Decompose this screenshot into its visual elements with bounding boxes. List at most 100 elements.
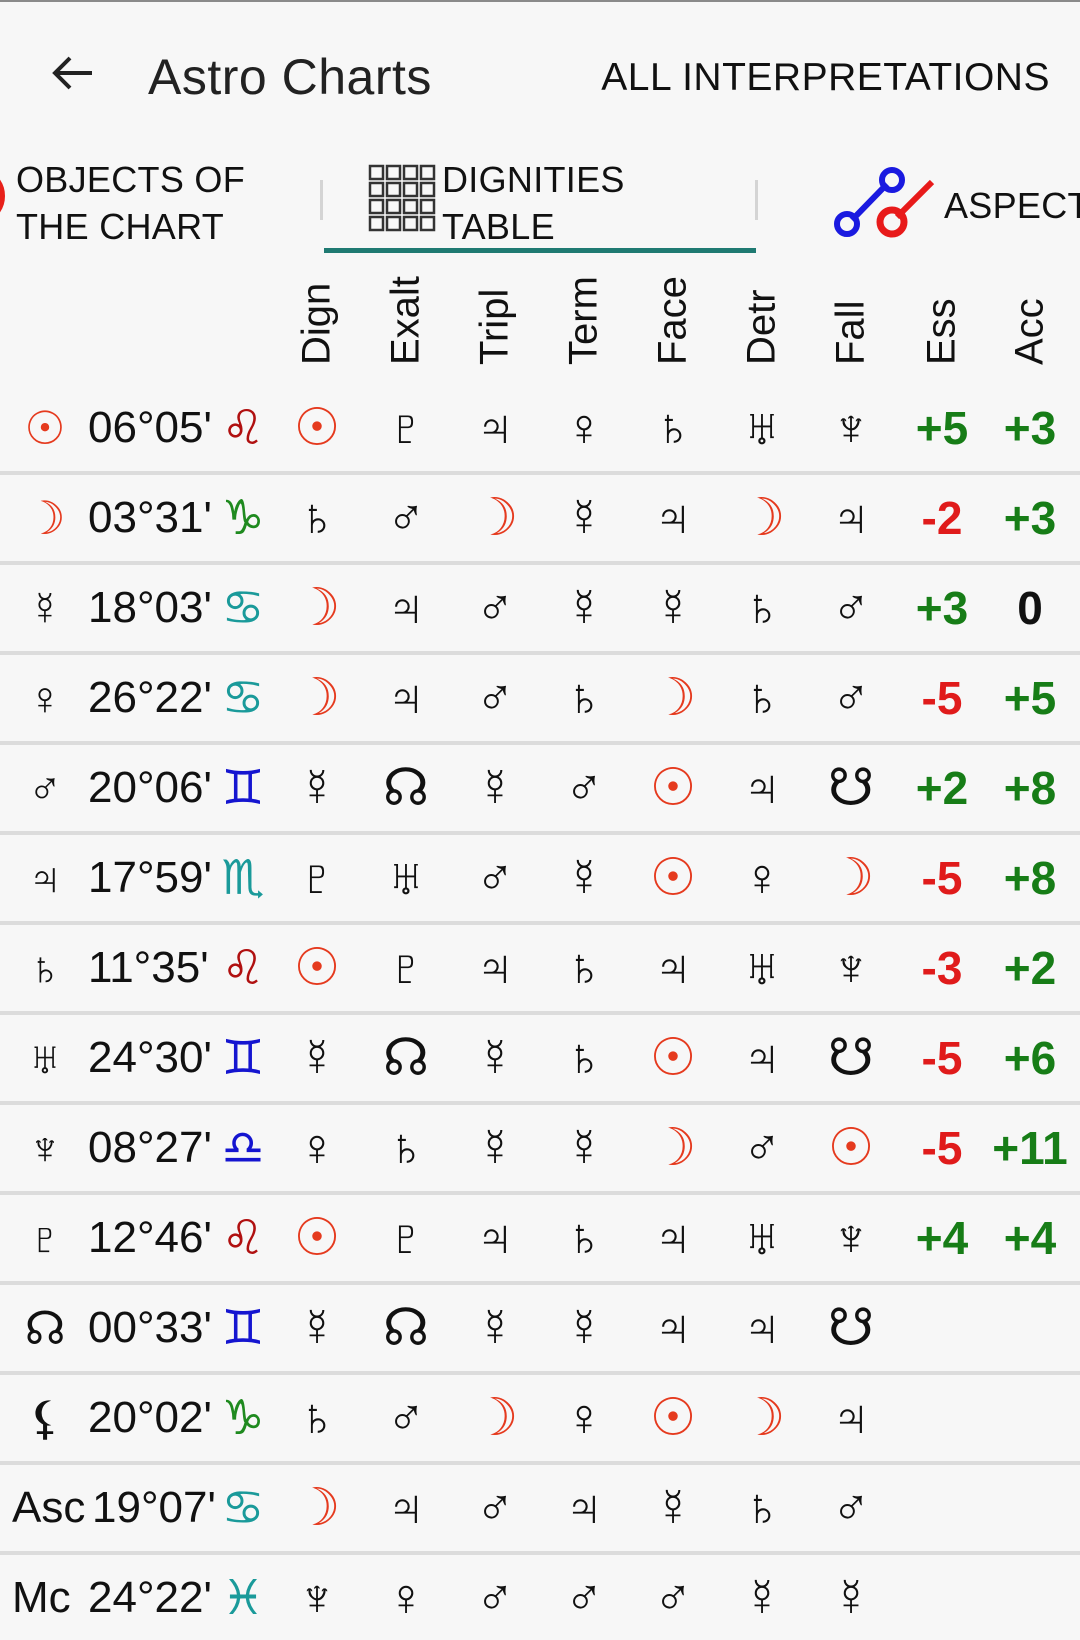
detr-ruler-icon: ☽ — [738, 1389, 786, 1447]
table-row-north-node[interactable]: ☊ 00°33' ♊︎ ☿ ☊ ☿ ☿ ♃ ♃ ☋ — [0, 1285, 1080, 1375]
term-ruler-icon: ☿ — [564, 1299, 604, 1357]
dign-ruler-icon: ☉ — [293, 939, 341, 997]
ess-score — [902, 1375, 982, 1461]
sun-icon: ☉ — [24, 402, 66, 454]
all-interpretations-button[interactable]: ALL INTERPRETATIONS — [601, 56, 1050, 100]
face-ruler-icon: ☿ — [653, 579, 693, 637]
table-row-jupiter[interactable]: ♃ 17°59' ♏︎ ♇ ♅ ♂ ☿ ☉ ♀ ☽ -5 +8 — [0, 835, 1080, 925]
exalt-ruler-icon: ♄ — [386, 1119, 426, 1177]
exalt-ruler-icon: ♃ — [386, 579, 426, 637]
tripl-ruler-icon: ♂ — [475, 1569, 515, 1627]
degree-value: 24°22' — [88, 1573, 212, 1622]
object-label: Asc — [12, 1483, 86, 1532]
exalt-ruler-icon: ♇ — [386, 399, 426, 457]
degree-value: 03°31' — [88, 493, 212, 542]
dign-ruler-icon: ♄ — [297, 489, 337, 547]
face-ruler-icon: ♂ — [653, 1569, 693, 1627]
table-body: ☉ 06°05' ♌︎ ☉ ♇ ♃ ♀ ♄ ♅ ♆ +5 +3 ☽ 03°31' ♑︎ ♄ ♂ ☽ ☿ ♃ ☽ ♃ -2 +3… — [0, 385, 1080, 1640]
detr-ruler-icon: ♄ — [742, 1479, 782, 1537]
arrow-left-icon — [52, 56, 92, 90]
tab-label: ASPECTS — [944, 185, 1080, 226]
table-row-ascendant[interactable]: Asc 19°07' ♋︎ ☽ ♃ ♂ ♃ ☿ ♄ ♂ — [0, 1465, 1080, 1555]
exalt-ruler-icon: ♀ — [386, 1569, 426, 1627]
tripl-ruler-icon: ☿ — [475, 1029, 515, 1087]
leo-sign-icon: ♌︎ — [221, 402, 265, 455]
aspects-nodes-icon — [834, 167, 935, 238]
ess-score: -5 — [921, 1032, 963, 1084]
face-ruler-icon: ☽ — [649, 669, 697, 727]
ess-score: -2 — [921, 492, 963, 544]
cancer-sign-icon: ♋︎ — [221, 672, 265, 725]
exalt-ruler-icon: ☊ — [382, 1029, 430, 1087]
detr-ruler-icon: ♃ — [742, 1299, 782, 1357]
detr-ruler-icon: ♄ — [742, 579, 782, 637]
table-row-uranus[interactable]: ♅ 24°30' ♊︎ ☿ ☊ ☿ ♄ ☉ ♃ ☋ -5 +6 — [0, 1015, 1080, 1105]
fall-ruler-icon: ♆ — [831, 399, 871, 457]
venus-icon: ♀ — [27, 672, 63, 724]
tripl-ruler-icon: ♂ — [475, 849, 515, 907]
gemini-sign-icon: ♊︎ — [221, 1302, 265, 1355]
uranus-icon: ♅ — [27, 1032, 63, 1084]
app-bar: Astro Charts ALL INTERPRETATIONS — [0, 2, 1080, 152]
header-ess: Ess — [919, 298, 964, 365]
tab-aspects[interactable]: ASPECTS — [760, 152, 1080, 252]
header-term: Term — [561, 276, 606, 365]
table-row-moon[interactable]: ☽ 03°31' ♑︎ ♄ ♂ ☽ ☿ ♃ ☽ ♃ -2 +3 — [0, 475, 1080, 565]
fall-ruler-icon: ♂ — [831, 669, 871, 727]
cancer-sign-icon: ♋︎ — [221, 582, 265, 635]
degree-value: 26°22' — [88, 673, 212, 722]
face-ruler-icon: ☽ — [649, 1119, 697, 1177]
term-ruler-icon: ♄ — [564, 1029, 604, 1087]
back-button[interactable] — [48, 48, 98, 98]
degree-value: 24°30' — [88, 1033, 212, 1082]
table-row-mars[interactable]: ♂ 20°06' ♊︎ ☿ ☊ ☿ ♂ ☉ ♃ ☋ +2 +8 — [0, 745, 1080, 835]
face-ruler-icon: ♄ — [653, 399, 693, 457]
header-face: Face — [650, 276, 695, 365]
table-row-saturn[interactable]: ♄ 11°35' ♌︎ ☉ ♇ ♃ ♄ ♃ ♅ ♆ -3 +2 — [0, 925, 1080, 1015]
face-ruler-icon: ♃ — [653, 939, 693, 997]
tab-label: OBJECTS OF THE CHART — [16, 159, 246, 247]
exalt-ruler-icon: ♂ — [386, 1389, 426, 1447]
ess-score: +4 — [915, 1212, 969, 1264]
mars-icon: ♂ — [27, 762, 63, 814]
table-row-neptune[interactable]: ♆ 08°27' ♎︎ ♀ ♄ ☿ ☿ ☽ ♂ ☉ -5 +11 — [0, 1105, 1080, 1195]
face-ruler-icon: ♃ — [653, 1209, 693, 1267]
ess-score: -3 — [921, 942, 963, 994]
dign-ruler-icon: ☉ — [293, 399, 341, 457]
table-row-mercury[interactable]: ☿ 18°03' ♋︎ ☽ ♃ ♂ ☿ ☿ ♄ ♂ +3 0 — [0, 565, 1080, 655]
fall-ruler-icon: ♂ — [831, 579, 871, 637]
acc-score: +4 — [1003, 1212, 1057, 1264]
north-node-icon: ☊ — [24, 1302, 66, 1354]
pisces-sign-icon: ♓︎ — [221, 1572, 265, 1625]
exalt-ruler-icon: ☊ — [382, 759, 430, 817]
degree-value: 00°33' — [88, 1303, 212, 1352]
table-header: Dign Exalt Tripl Term Face Detr Fall Ess… — [0, 255, 1080, 385]
tab-dignities-table[interactable]: DIGNITIES TABLE — [324, 152, 756, 253]
term-ruler-icon: ♀ — [564, 1389, 604, 1447]
exalt-ruler-icon: ♇ — [386, 939, 426, 997]
face-ruler-icon: ♃ — [653, 489, 693, 547]
term-ruler-icon: ♂ — [564, 759, 604, 817]
dign-ruler-icon: ♆ — [297, 1569, 337, 1627]
exalt-ruler-icon: ☊ — [382, 1299, 430, 1357]
exalt-ruler-icon: ♃ — [386, 1479, 426, 1537]
term-ruler-icon: ☿ — [564, 579, 604, 637]
degree-value: 08°27' — [88, 1123, 212, 1172]
degree-value: 20°02' — [88, 1393, 212, 1442]
table-row-pluto[interactable]: ♇ 12°46' ♌︎ ☉ ♇ ♃ ♄ ♃ ♅ ♆ +4 +4 — [0, 1195, 1080, 1285]
exalt-ruler-icon: ♃ — [386, 669, 426, 727]
fall-ruler-icon: ☋ — [827, 1029, 875, 1087]
acc-score — [990, 1375, 1070, 1461]
term-ruler-icon: ♄ — [564, 669, 604, 727]
neptune-icon: ♆ — [27, 1122, 63, 1174]
jupiter-icon: ♃ — [27, 852, 63, 904]
term-ruler-icon: ☿ — [564, 1119, 604, 1177]
table-row-sun[interactable]: ☉ 06°05' ♌︎ ☉ ♇ ♃ ♀ ♄ ♅ ♆ +5 +3 — [0, 385, 1080, 475]
tab-objects-of-the-chart[interactable]: OBJECTS OF THE CHART — [0, 152, 320, 252]
table-row-midheaven[interactable]: Mc 24°22' ♓︎ ♆ ♀ ♂ ♂ ♂ ☿ ☿ — [0, 1555, 1080, 1640]
table-row-lilith[interactable]: ⚸ 20°02' ♑︎ ♄ ♂ ☽ ♀ ☉ ☽ ♃ — [0, 1375, 1080, 1465]
capricorn-sign-icon: ♑︎ — [221, 492, 265, 545]
fall-ruler-icon: ♃ — [831, 489, 871, 547]
detr-ruler-icon: ♄ — [742, 669, 782, 727]
table-row-venus[interactable]: ♀ 26°22' ♋︎ ☽ ♃ ♂ ♄ ☽ ♄ ♂ -5 +5 — [0, 655, 1080, 745]
